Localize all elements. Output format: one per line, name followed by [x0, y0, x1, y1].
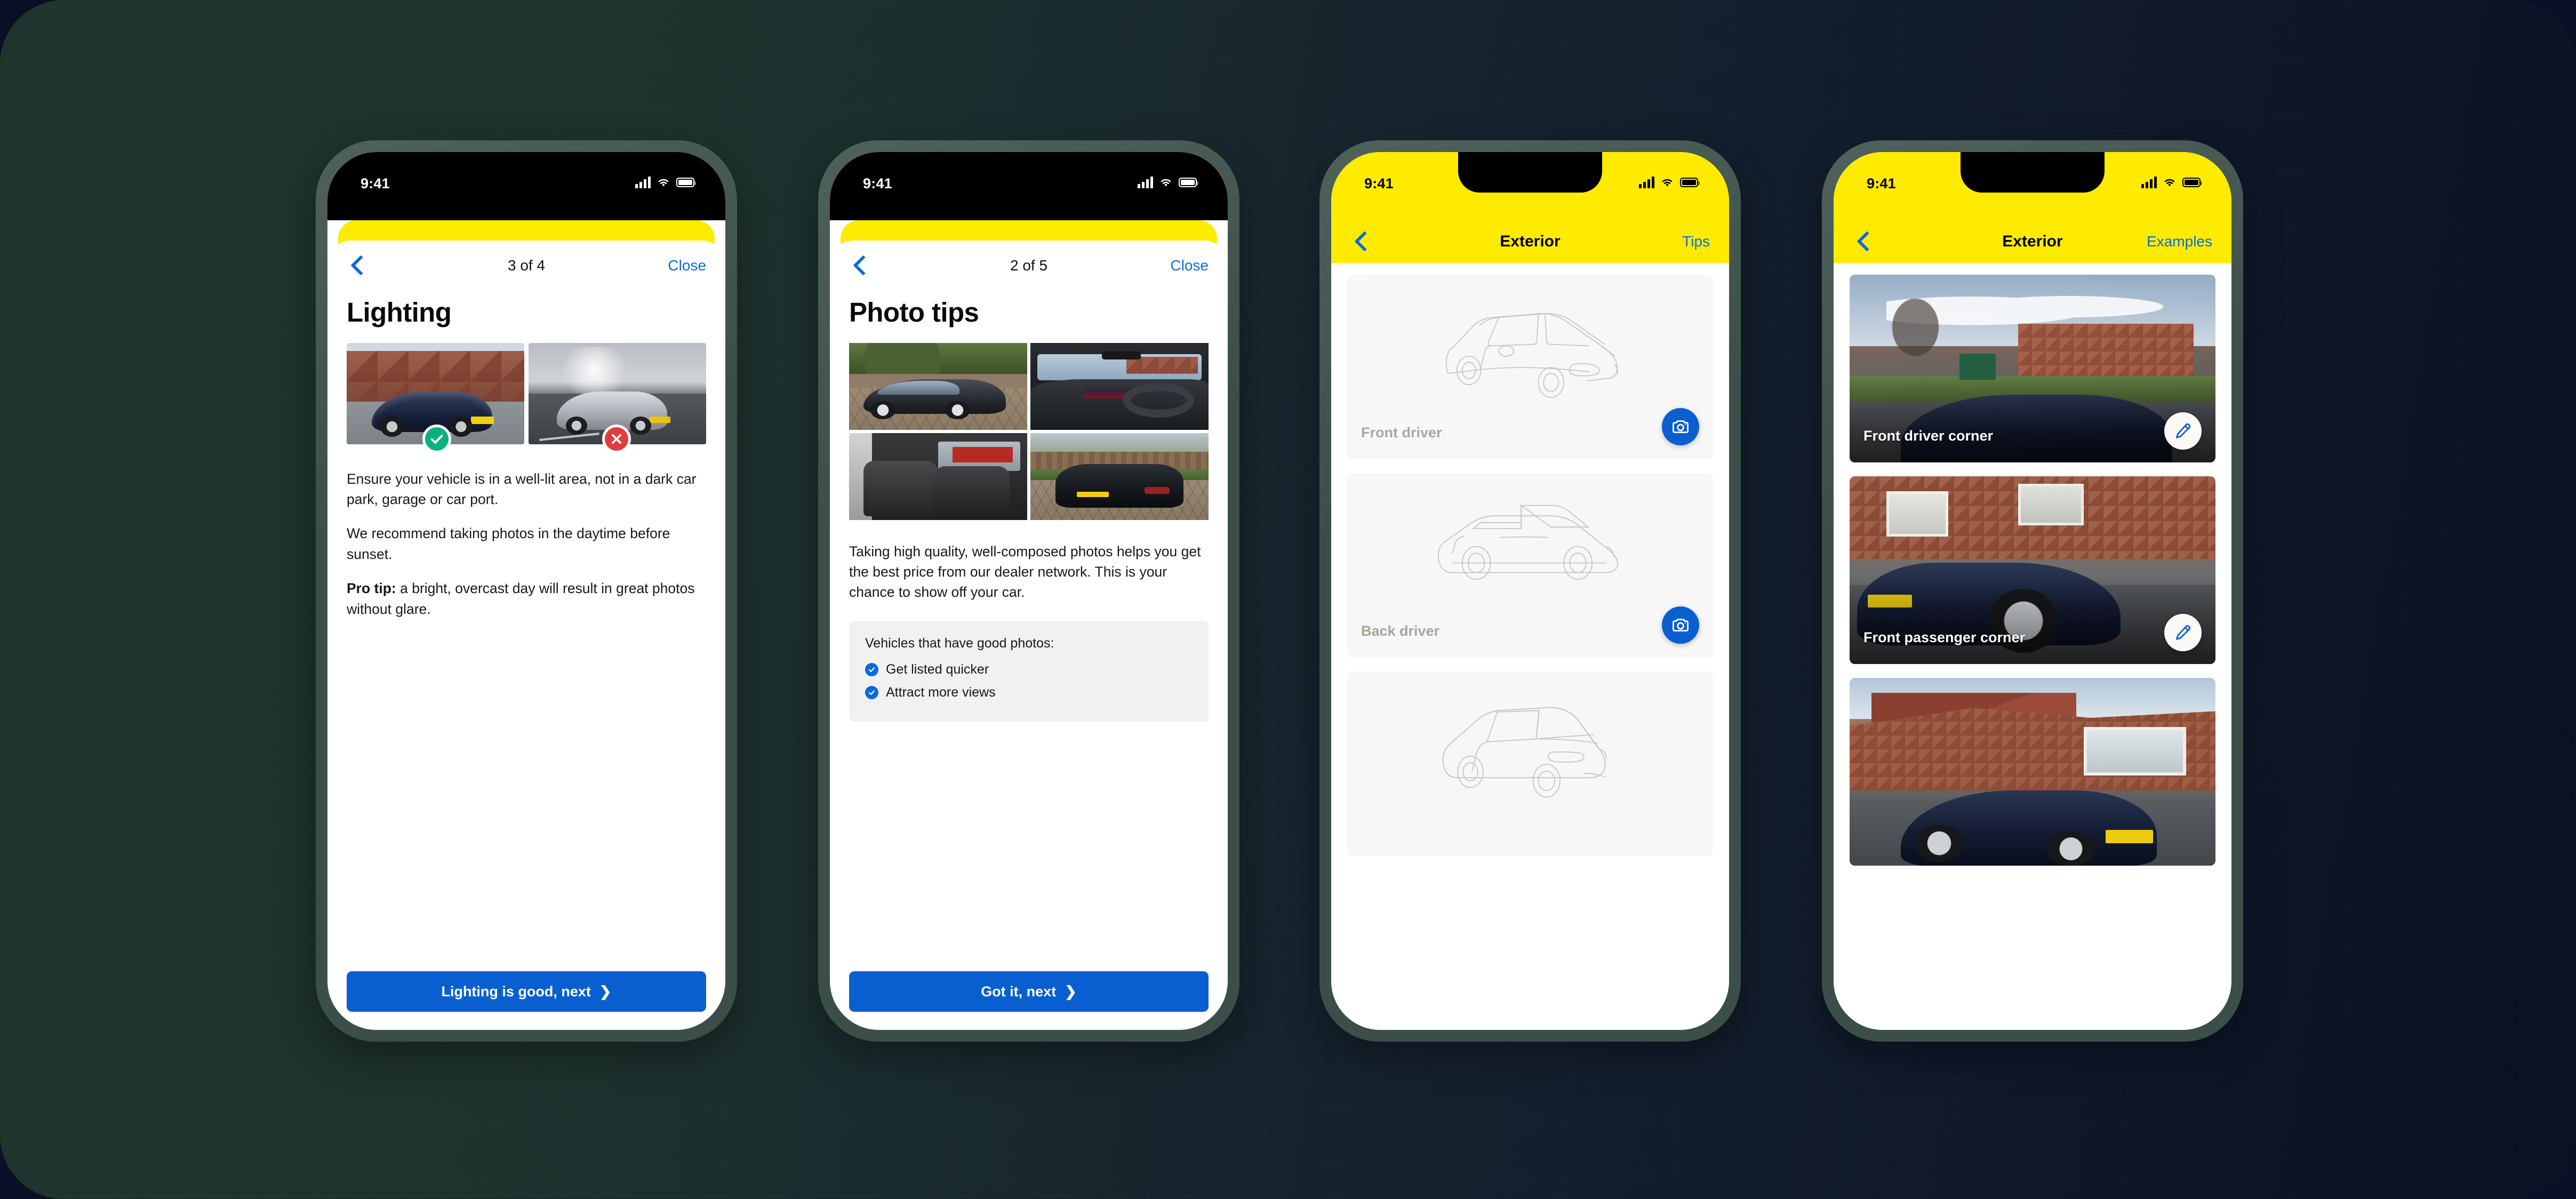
cta-label: Lighting is good, next	[441, 983, 591, 1000]
body-copy: Ensure your vehicle is in a well-lit are…	[347, 469, 706, 634]
photo-slot-front-driver-corner[interactable]: Front driver corner	[1850, 275, 2215, 462]
capture-slot-label: Front driver	[1361, 425, 1442, 441]
battery-icon	[1179, 178, 1198, 187]
phone-device-3: 9:41 Exterior Tips Front driver Back dri…	[1319, 140, 1741, 1042]
status-time: 9:41	[1867, 175, 1896, 191]
status-time: 9:41	[361, 175, 390, 191]
page-title: Exterior	[1500, 233, 1561, 250]
status-icons	[1639, 177, 1700, 188]
check-icon	[422, 424, 451, 453]
photo-slot-front-passenger-corner[interactable]: Front passenger corner	[1850, 476, 2215, 664]
car-side-outline	[1347, 491, 1713, 603]
nav-row: Exterior Tips	[1331, 220, 1729, 263]
phone-1-screen: 9:41 3 of 4 Close Lighting Ensure your v…	[327, 152, 725, 1030]
sheet-nav-bar: 3 of 4 Close	[347, 241, 706, 291]
photo-gradient-scrim	[1850, 578, 2215, 664]
camera-icon[interactable]	[1662, 606, 1699, 644]
paragraph-1: Ensure your vehicle is in a well-lit are…	[347, 470, 697, 507]
paragraph-2: We recommend taking photos in the daytim…	[347, 525, 670, 562]
primary-cta-button[interactable]: Got it, next ❯	[849, 971, 1209, 1012]
capture-slot-label: Back driver	[1361, 623, 1440, 639]
example-photo-rear-seats	[849, 433, 1027, 520]
device-notch	[1458, 152, 1602, 193]
list-item: Attract more views	[865, 685, 1193, 700]
example-image-grid	[849, 342, 1209, 520]
status-time: 9:41	[863, 175, 892, 191]
phone-device-1: 9:41 3 of 4 Close Lighting Ensure your v…	[316, 140, 737, 1042]
capture-slot-back-driver[interactable]: Back driver	[1347, 473, 1713, 658]
benefits-heading: Vehicles that have good photos:	[865, 635, 1054, 651]
list-item-label: Attract more views	[886, 684, 996, 700]
chevron-right-icon: ❯	[1065, 983, 1077, 1000]
cellular-signal-icon	[1138, 177, 1153, 188]
car-front-three-quarter-outline	[1347, 293, 1713, 405]
example-photo-tiguan	[1030, 433, 1209, 520]
photo-slot-label: Front driver corner	[1863, 428, 1994, 444]
sheet-nav-bar: 2 of 5 Close	[849, 241, 1209, 291]
pro-tip-paragraph: Pro tip: a bright, overcast day will res…	[347, 578, 706, 619]
capture-slot-front-driver[interactable]: Front driver	[1347, 275, 1713, 459]
photo-slot-rear-driver-side[interactable]	[1850, 678, 2215, 866]
pro-tip-label: Pro tip:	[347, 580, 396, 597]
example-photo-dashboard	[1030, 342, 1209, 430]
screenshot-canvas: 9:41 3 of 4 Close Lighting Ensure your v…	[0, 0, 2576, 1199]
status-icons	[2141, 177, 2202, 188]
check-circle-icon	[865, 662, 878, 676]
benefits-card: Vehicles that have good photos: Get list…	[849, 620, 1209, 722]
modal-sheet: 2 of 5 Close Photo tips Taking high qual…	[830, 241, 1228, 1030]
wifi-icon	[658, 179, 669, 186]
paragraph-1: Taking high quality, well-composed photo…	[849, 543, 1201, 601]
chevron-right-icon: ❯	[599, 983, 612, 1000]
cellular-signal-icon	[2141, 177, 2157, 188]
wifi-icon	[1161, 179, 1171, 186]
capture-slot-list[interactable]: Front driver Back driver	[1331, 263, 1729, 1030]
device-notch	[957, 152, 1101, 193]
check-circle-icon	[865, 685, 878, 699]
camera-icon[interactable]	[1662, 408, 1699, 445]
page-title: Photo tips	[849, 297, 979, 327]
phone-4-screen: 9:41 Exterior Examples Front driver corn…	[1834, 152, 2231, 1030]
body-copy: Taking high quality, well-composed photo…	[849, 541, 1209, 617]
wifi-icon	[2164, 179, 2175, 186]
cellular-signal-icon	[635, 177, 651, 188]
battery-icon	[2182, 178, 2202, 187]
example-photo-tesla	[849, 342, 1027, 430]
pencil-icon[interactable]	[2164, 412, 2202, 450]
page-title: Lighting	[347, 297, 452, 327]
battery-icon	[676, 178, 696, 187]
step-counter: 2 of 5	[1010, 257, 1048, 274]
benefits-list: Get listed quicker Attract more views	[865, 662, 1193, 700]
battery-icon	[1680, 178, 1700, 187]
phone-device-2: 9:41 2 of 5 Close Photo tips Taking high…	[818, 140, 1239, 1042]
list-item-label: Get listed quicker	[886, 661, 989, 677]
status-icons	[1138, 177, 1198, 188]
phone-2-screen: 9:41 2 of 5 Close Photo tips Taking high…	[830, 152, 1228, 1030]
primary-cta-button[interactable]: Lighting is good, next ❯	[347, 971, 706, 1012]
device-notch	[454, 152, 598, 193]
status-time: 9:41	[1364, 175, 1394, 191]
pro-tip-text: a bright, overcast day will result in gr…	[347, 580, 695, 617]
examples-button[interactable]: Examples	[2147, 233, 2212, 250]
capture-slot-rear[interactable]	[1347, 672, 1713, 856]
step-counter: 3 of 4	[507, 257, 546, 274]
pencil-icon[interactable]	[2164, 614, 2202, 651]
status-icons	[635, 177, 696, 188]
device-notch	[1961, 152, 2105, 193]
photo-slot-label: Front passenger corner	[1863, 629, 2026, 645]
tips-button[interactable]: Tips	[1682, 233, 1710, 250]
cellular-signal-icon	[1639, 177, 1654, 188]
photo-gradient-scrim	[1850, 376, 2215, 462]
phone-3-screen: 9:41 Exterior Tips Front driver Back dri…	[1331, 152, 1729, 1030]
car-rear-three-quarter-outline	[1347, 690, 1713, 802]
wifi-icon	[1662, 179, 1673, 186]
cta-label: Got it, next	[981, 983, 1057, 1000]
cross-icon	[602, 424, 631, 453]
photo-slot-list[interactable]: Front driver corner Front passenger corn…	[1834, 263, 2231, 1030]
example-image-pair	[347, 342, 706, 453]
modal-sheet: 3 of 4 Close Lighting Ensure your vehicl…	[327, 241, 725, 1030]
list-item: Get listed quicker	[865, 662, 1193, 677]
phone-device-4: 9:41 Exterior Examples Front driver corn…	[1822, 140, 2243, 1042]
nav-row: Exterior Examples	[1834, 220, 2231, 263]
